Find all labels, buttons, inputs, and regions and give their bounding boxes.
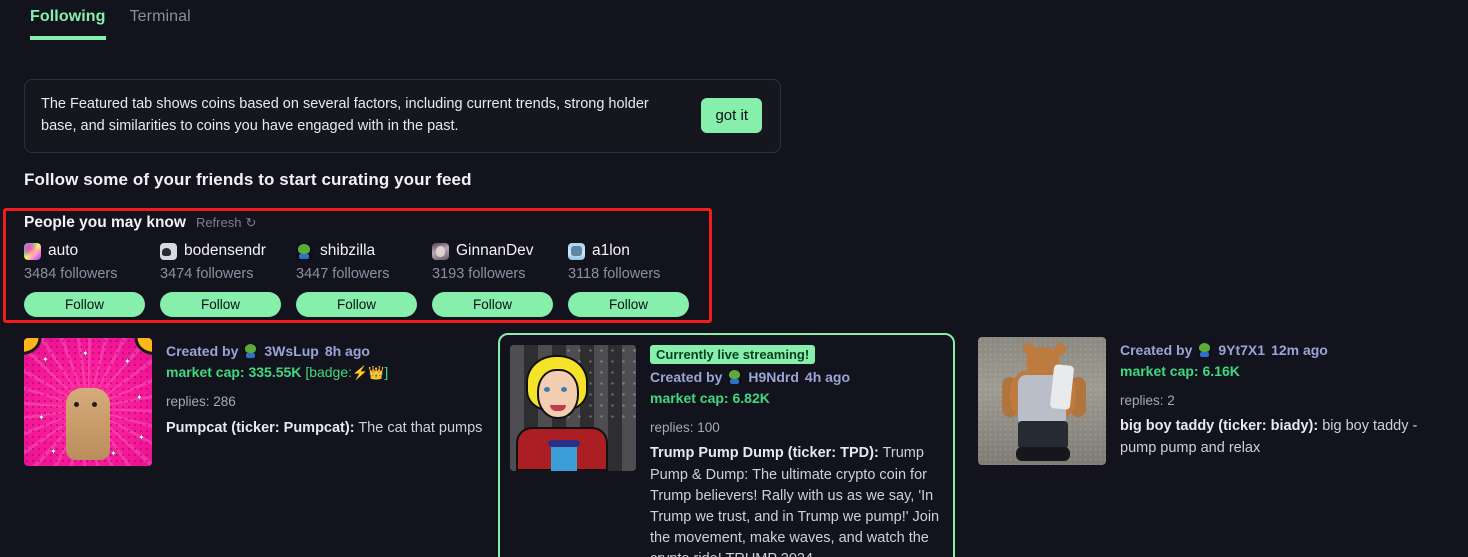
featured-notice-banner: The Featured tab shows coins based on se… xyxy=(24,79,781,153)
creator-name[interactable]: H9Ndrd xyxy=(748,367,799,387)
follow-button-a1lon[interactable]: Follow xyxy=(568,292,689,317)
person-card-a1lon: a1lon 3118 followers Follow xyxy=(568,242,704,317)
coin-title: big boy taddy (ticker: biady): xyxy=(1120,418,1319,435)
person-name[interactable]: shibzilla xyxy=(320,242,375,260)
pumpcat-thumbnail[interactable]: ✦ ✦ ✦ ✦ ✦ ✦ ✦ ✦ xyxy=(24,338,152,466)
live-streaming-badge: Currently live streaming! xyxy=(650,345,816,364)
follow-button-shibzilla[interactable]: Follow xyxy=(296,292,417,317)
person-followers: 3447 followers xyxy=(296,266,390,282)
big-boy-taddy-thumbnail[interactable] xyxy=(978,337,1106,465)
person-name[interactable]: bodensendr xyxy=(184,242,266,260)
coin-description: Trump Pump Dump (ticker: TPD): Trump Pum… xyxy=(650,443,941,557)
person-card-auto: auto 3484 followers Follow xyxy=(24,242,160,317)
created-by-row: Created by H9Ndrd 4h ago xyxy=(650,367,941,387)
created-time: 12m ago xyxy=(1271,342,1328,358)
auto-avatar-icon xyxy=(24,242,41,260)
person-followers: 3193 followers xyxy=(432,266,526,282)
created-by-label: Created by xyxy=(650,369,723,385)
coin-card-big-boy-taddy[interactable]: Created by 9Yt7X1 12m ago market cap: 6.… xyxy=(978,337,1438,465)
badge-emoji-icon: ⚡👑 xyxy=(352,365,385,381)
coin-title: Pumpcat (ticker: Pumpcat): xyxy=(166,420,355,437)
created-by-row: Created by 3WsLup 8h ago xyxy=(166,341,484,361)
creator-avatar-icon xyxy=(728,370,743,385)
created-by-label: Created by xyxy=(1120,342,1193,358)
pumpcat-meta: Created by 3WsLup 8h ago market cap: 335… xyxy=(166,338,484,466)
follow-friends-heading: Follow some of your friends to start cur… xyxy=(24,170,472,189)
badge-label: [badge: xyxy=(305,364,353,381)
pymk-title: People you may know xyxy=(24,214,186,231)
coin-card-trump-pump-dump[interactable]: Currently live streaming! Created by H9N… xyxy=(498,333,955,557)
person-name[interactable]: GinnanDev xyxy=(456,242,534,260)
created-by-label: Created by xyxy=(166,343,239,359)
coin-description: Pumpcat (ticker: Pumpcat): The cat that … xyxy=(166,418,484,439)
person-card-bodensendr: bodensendr 3474 followers Follow xyxy=(160,242,296,317)
trump-pump-dump-thumbnail[interactable] xyxy=(510,345,636,471)
creator-avatar-icon xyxy=(244,344,259,359)
refresh-icon: ↻ xyxy=(245,215,257,230)
creator-name[interactable]: 3WsLup xyxy=(264,341,318,361)
coin-desc-body: Trump Pump & Dump: The ultimate crypto c… xyxy=(650,445,940,557)
ginnandev-avatar-icon xyxy=(432,242,449,260)
person-name[interactable]: a1lon xyxy=(592,242,630,260)
trump-pump-dump-meta: Currently live streaming! Created by H9N… xyxy=(650,345,941,557)
coin-desc-body: The cat that pumps xyxy=(354,420,483,437)
replies-count: replies: 286 xyxy=(166,394,236,410)
creator-avatar-icon xyxy=(1198,343,1213,358)
people-list: auto 3484 followers Follow bodensendr 34… xyxy=(24,242,714,317)
badge-close-bracket: ] xyxy=(384,364,389,381)
follow-button-ginnandev[interactable]: Follow xyxy=(432,292,553,317)
big-boy-taddy-meta: Created by 9Yt7X1 12m ago market cap: 6.… xyxy=(1120,337,1438,465)
coin-description: big boy taddy (ticker: biady): big boy t… xyxy=(1120,416,1438,458)
bodensendr-avatar-icon xyxy=(160,242,177,260)
created-time: 8h ago xyxy=(324,343,370,359)
person-card-ginnandev: GinnanDev 3193 followers Follow xyxy=(432,242,568,317)
tab-following[interactable]: Following xyxy=(30,8,106,40)
coin-title: Trump Pump Dump (ticker: TPD): xyxy=(650,445,879,462)
person-followers: 3474 followers xyxy=(160,266,254,282)
got-it-button[interactable]: got it xyxy=(701,98,762,134)
person-followers: 3118 followers xyxy=(568,266,661,282)
a1lon-avatar-icon xyxy=(568,242,585,260)
market-cap-value: market cap: 335.55K xyxy=(166,364,302,381)
created-time: 4h ago xyxy=(804,369,851,385)
people-you-may-know-section: People you may know Refresh ↻ auto 3484 … xyxy=(3,208,712,323)
coin-card-pumpcat[interactable]: ✦ ✦ ✦ ✦ ✦ ✦ ✦ ✦ Created by 3WsLup 8h ago… xyxy=(24,338,484,466)
pymk-header: People you may know Refresh ↻ xyxy=(24,211,714,232)
follow-button-auto[interactable]: Follow xyxy=(24,292,145,317)
refresh-label: Refresh xyxy=(195,215,242,230)
tab-terminal[interactable]: Terminal xyxy=(130,8,191,40)
market-cap-row: market cap: 335.55K [badge:⚡👑] xyxy=(166,362,484,383)
replies-count: replies: 2 xyxy=(1120,392,1175,408)
follow-button-bodensendr[interactable]: Follow xyxy=(160,292,281,317)
tab-bar: Following Terminal xyxy=(0,0,191,40)
market-cap-row: market cap: 6.16K xyxy=(1120,363,1240,380)
market-cap-row: market cap: 6.82K xyxy=(650,390,770,407)
replies-count: replies: 100 xyxy=(650,419,720,435)
person-followers: 3484 followers xyxy=(24,266,118,282)
notice-text: The Featured tab shows coins based on se… xyxy=(41,96,649,134)
person-name[interactable]: auto xyxy=(48,242,78,260)
person-card-shibzilla: shibzilla 3447 followers Follow xyxy=(296,242,432,317)
refresh-button[interactable]: Refresh ↻ xyxy=(196,215,256,230)
created-by-row: Created by 9Yt7X1 12m ago xyxy=(1120,340,1438,360)
creator-name[interactable]: 9Yt7X1 xyxy=(1218,340,1265,360)
shibzilla-avatar-icon xyxy=(296,242,313,260)
